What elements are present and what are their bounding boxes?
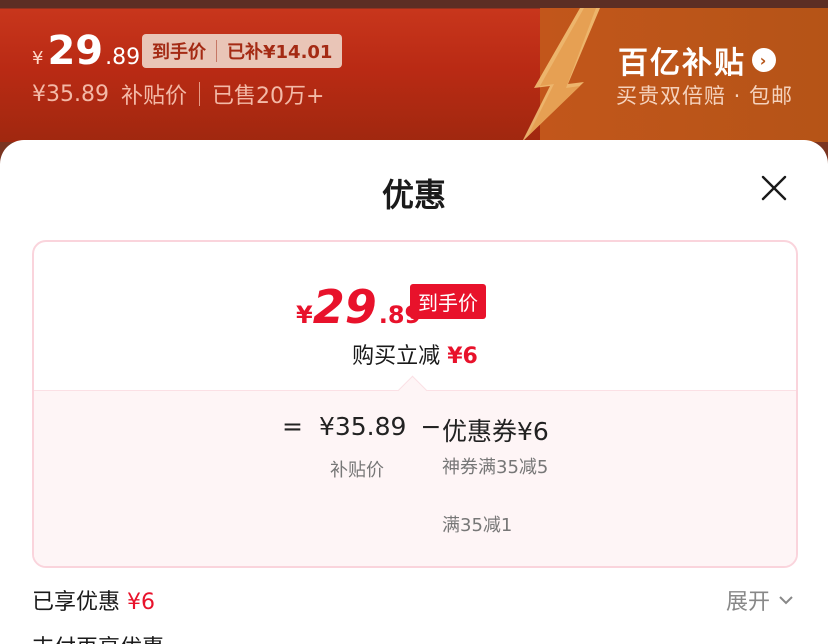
lightning-decoration: [522, 8, 600, 142]
enjoyed-label: 已享优惠: [32, 590, 121, 615]
currency-symbol: ¥: [32, 48, 44, 69]
coupon-total: 优惠券¥6: [442, 417, 549, 446]
payment-discount-heading: 支付再享优惠: [32, 630, 164, 644]
tag-divider: [216, 40, 217, 62]
enjoyed-discount: 已享优惠 ¥6: [32, 584, 155, 616]
coupon-item: 满35减1: [442, 515, 513, 536]
brand-slogan: 买贵双倍赔 · 包邮: [616, 84, 794, 108]
coupon-item: 神券满35减5: [442, 457, 549, 478]
divider: [199, 82, 200, 106]
instant-discount-value: ¥6: [447, 344, 478, 369]
instant-discount: 购买立减 ¥6: [34, 338, 796, 370]
final-price-badge: 到手价: [410, 284, 486, 319]
brand-name: 百亿补贴: [618, 46, 746, 81]
expand-button[interactable]: 展开: [726, 584, 794, 616]
instant-discount-label: 购买立减: [352, 344, 441, 369]
close-icon[interactable]: [758, 172, 790, 204]
expand-label: 展开: [726, 590, 771, 615]
subsidy-banner[interactable]: ¥ 29 .89 到手价 已补¥14.01 ¥35.89 补贴价 已售20万+ …: [0, 0, 828, 142]
chevron-right-icon: ›: [752, 48, 776, 72]
price-integer: 29: [312, 280, 377, 334]
price-integer: 29: [47, 28, 104, 74]
banner-price: ¥ 29 .89: [32, 28, 140, 74]
banner-subline: ¥35.89 补贴价 已售20万+: [32, 78, 324, 110]
sheet-title: 优惠: [381, 176, 446, 214]
original-price: ¥35.89: [32, 81, 109, 107]
price-breakdown-card: ¥ 29 .89 到手价 购买立减 ¥6 = ¥35.89 − 补贴价 优惠券¥…: [32, 240, 798, 568]
price-decimal: .89: [105, 45, 141, 70]
price-tag: 到手价 已补¥14.01: [142, 34, 343, 68]
discount-sheet: 优惠 ¥ 29 .89 到手价 购买立减 ¥6 = ¥35.89 − 补贴价 优…: [0, 140, 828, 644]
subsidy-amount: 已补¥14.01: [227, 42, 333, 63]
final-price-label: 到手价: [152, 42, 206, 63]
base-price-label: 补贴价: [330, 460, 384, 481]
currency-symbol: ¥: [296, 301, 313, 329]
sold-count: 已售20万+: [212, 84, 325, 109]
brand-link[interactable]: 百亿补贴 ›: [618, 38, 776, 82]
equals-sign: =: [282, 412, 303, 441]
final-price: ¥ 29 .89: [296, 280, 421, 334]
minus-sign: −: [420, 412, 442, 441]
calc-equation: = ¥35.89 −: [282, 412, 441, 441]
enjoyed-value: ¥6: [127, 590, 156, 615]
base-price: ¥35.89: [318, 412, 407, 441]
subsidy-price-label: 补贴价: [120, 84, 187, 109]
chevron-down-icon: [779, 596, 793, 605]
